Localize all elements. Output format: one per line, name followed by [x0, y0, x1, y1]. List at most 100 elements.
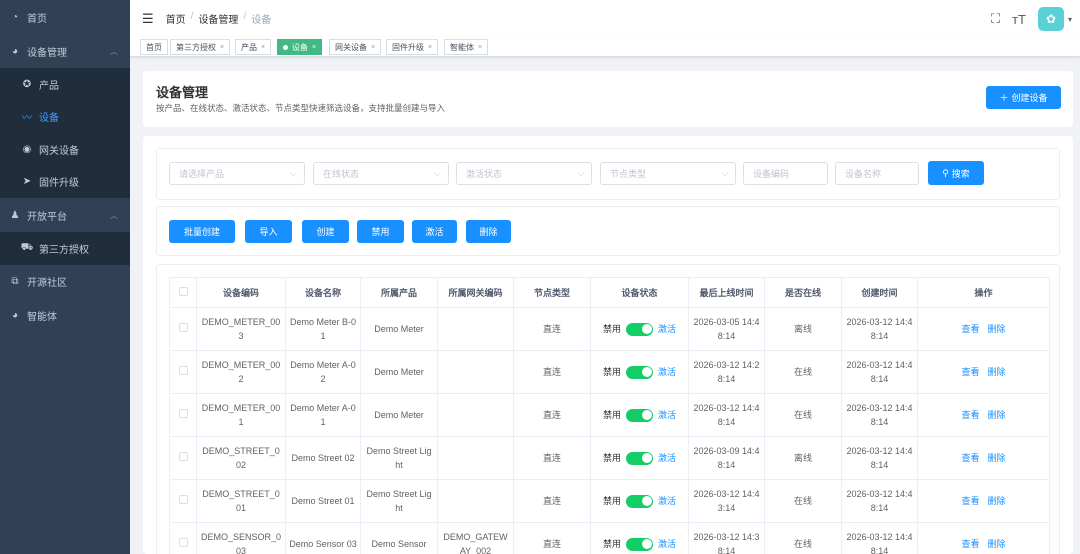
menu-toggle-icon[interactable]: ☰ [142, 11, 154, 27]
device-status-cell: 禁用 激活 [590, 350, 689, 394]
status-toggle[interactable] [626, 494, 653, 508]
close-icon[interactable]: × [220, 44, 224, 51]
view-link[interactable]: 查看 [961, 367, 979, 377]
tag-third-party[interactable]: 第三方授权 × [170, 39, 231, 55]
row-checkbox[interactable] [178, 538, 188, 547]
product-cell: Demo Street Light [360, 479, 438, 523]
sidebar-item-firmware[interactable]: ➤ 固件升级 [0, 166, 130, 199]
tags-view: 首页 第三方授权 × 产品 × 设备 × 网关设备 × 固件升级 × 智能体 × [130, 37, 1080, 57]
close-icon[interactable]: × [478, 44, 482, 51]
agent-icon: ◕ [11, 310, 19, 321]
sidebar-item-agent[interactable]: ◕ 智能体 [0, 299, 130, 333]
sidebar-item-gateway[interactable]: ◉ 网关设备 [0, 133, 130, 166]
node-type-select[interactable]: 节点类型 ⌵ [600, 162, 736, 185]
device-status-cell: 禁用 激活 [590, 479, 689, 523]
row-checkbox[interactable] [178, 495, 188, 504]
sidebar-item-device[interactable]: 〰 设备 [0, 101, 130, 134]
row-checkbox[interactable] [178, 366, 188, 375]
status-on-label: 激活 [658, 539, 677, 549]
device-code-cell: DEMO_METER_003 [196, 307, 286, 351]
close-icon[interactable]: × [428, 44, 432, 51]
font-size-icon[interactable]: ᴛT [1012, 12, 1026, 27]
breadcrumb-item[interactable]: 设备管理 [198, 11, 238, 26]
tag-product[interactable]: 产品 × [235, 39, 272, 55]
search-button[interactable]: ⚲ 搜索 [928, 161, 984, 185]
activation-status-select[interactable]: 激活状态 ⌵ [456, 162, 592, 185]
column-header: 设备编码 [196, 277, 286, 308]
product-select[interactable]: 请选择产品 ⌵ [169, 162, 305, 185]
status-toggle[interactable] [626, 451, 653, 465]
caret-down-icon[interactable]: ▾ [1068, 15, 1072, 24]
last-online-cell: 2026-03-12 14:48:14 [688, 393, 765, 437]
tag-label: 固件升级 [392, 42, 424, 52]
import-button[interactable]: 导入 [245, 220, 292, 243]
status-toggle[interactable] [626, 365, 653, 379]
disable-button[interactable]: 禁用 [357, 220, 404, 243]
delete-link[interactable]: 删除 [988, 496, 1006, 506]
device-name-cell: Demo Meter A-01 [285, 393, 361, 437]
table-row: DEMO_STREET_002 Demo Street 02 Demo Street… [169, 436, 1050, 480]
tag-agent[interactable]: 智能体 × [444, 39, 489, 55]
gateway-code-cell [437, 307, 514, 351]
row-checkbox[interactable] [178, 452, 188, 461]
active-dot-icon [283, 44, 288, 50]
sidebar-item-home[interactable]: ◔ 首页 [0, 0, 130, 34]
view-link[interactable]: 查看 [961, 539, 979, 549]
sidebar-item-community[interactable]: ⧉ 开源社区 [0, 265, 130, 299]
close-icon[interactable]: × [312, 44, 316, 51]
breadcrumb-separator: / [243, 11, 247, 22]
table-row: DEMO_METER_003 Demo Meter B-01 Demo Meter 直… [169, 307, 1050, 351]
delete-link[interactable]: 删除 [988, 539, 1006, 549]
tag-firmware[interactable]: 固件升级 × [386, 39, 439, 55]
device-code-input[interactable]: 设备编码 [743, 162, 828, 185]
activate-button[interactable]: 激活 [412, 220, 457, 243]
delete-link[interactable]: 删除 [988, 324, 1006, 334]
table-row: DEMO_METER_001 Demo Meter A-01 Demo Meter 直… [169, 393, 1050, 437]
header-checkbox-cell [169, 277, 197, 308]
status-toggle[interactable] [626, 322, 653, 336]
close-icon[interactable]: × [261, 44, 265, 51]
gateway-code-cell [437, 393, 514, 437]
tag-home[interactable]: 首页 [140, 39, 168, 55]
avatar[interactable]: ✿ [1037, 7, 1064, 31]
view-link[interactable]: 查看 [961, 496, 979, 506]
breadcrumb-item[interactable]: 首页 [166, 11, 186, 26]
row-checkbox[interactable] [178, 409, 188, 418]
batch-create-button[interactable]: 批量创建 [169, 220, 235, 243]
tag-gateway[interactable]: 网关设备 × [329, 39, 382, 55]
delete-link[interactable]: 删除 [988, 410, 1006, 420]
delete-link[interactable]: 删除 [988, 367, 1006, 377]
chevron-down-icon: ⌵ [434, 168, 441, 178]
view-link[interactable]: 查看 [961, 324, 979, 334]
product-cell: Demo Meter [360, 393, 438, 437]
sidebar-item-open-platform[interactable]: ♟ 开放平台 ︿ [0, 198, 130, 232]
product-cell: Demo Meter [360, 350, 438, 394]
sidebar-item-product[interactable]: ✪ 产品 [0, 68, 130, 101]
sidebar-item-third-party[interactable]: ⛟ 第三方授权 [0, 232, 130, 265]
fullscreen-icon[interactable]: ⛶ [991, 11, 1000, 27]
status-toggle[interactable] [626, 537, 653, 551]
sidebar-item-label: 产品 [39, 80, 59, 92]
delete-button[interactable]: 删除 [466, 220, 511, 243]
tag-device[interactable]: 设备 × [277, 39, 323, 55]
create-device-button[interactable]: ＋ 创建设备 [986, 86, 1061, 109]
online-status-select[interactable]: 在线状态 ⌵ [313, 162, 449, 185]
tag-label: 智能体 [450, 42, 474, 52]
close-icon[interactable]: × [371, 44, 375, 51]
status-off-label: 禁用 [602, 324, 621, 334]
status-toggle[interactable] [626, 408, 653, 422]
create-button[interactable]: 创建 [302, 220, 349, 243]
row-checkbox[interactable] [178, 323, 188, 332]
breadcrumb-separator: / [190, 11, 194, 22]
select-all-checkbox[interactable] [178, 286, 188, 296]
status-on-label: 激活 [658, 496, 677, 506]
open-platform-icon: ♟ [10, 209, 20, 221]
device-name-input[interactable]: 设备名称 [835, 162, 919, 185]
column-header: 最后上线时间 [688, 277, 765, 308]
view-link[interactable]: 查看 [961, 410, 979, 420]
gateway-code-cell: DEMO_GATEWAY_002 [437, 522, 514, 554]
select-placeholder: 请选择产品 [179, 169, 225, 179]
delete-link[interactable]: 删除 [988, 453, 1006, 463]
view-link[interactable]: 查看 [961, 453, 979, 463]
sidebar-item-device-manage[interactable]: ◕ 设备管理 ︿ [0, 34, 130, 68]
